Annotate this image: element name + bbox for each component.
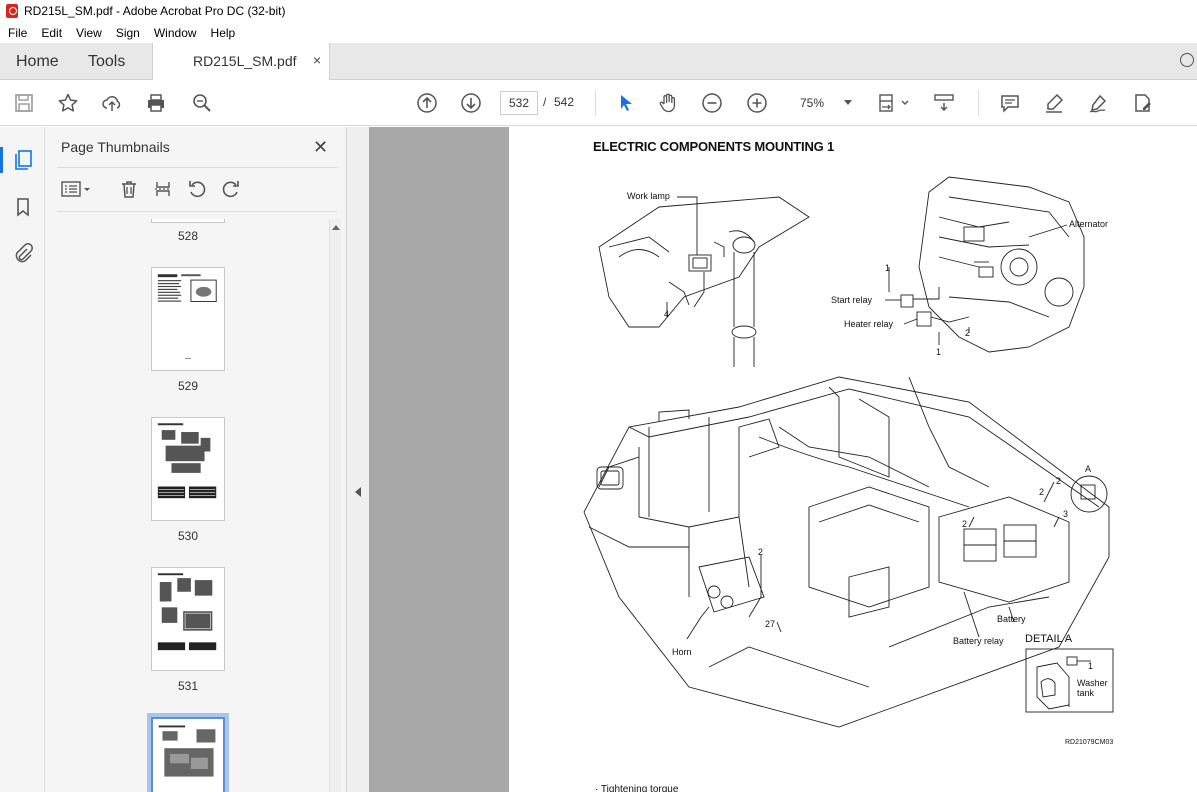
scroll-mode-icon[interactable] (932, 91, 956, 115)
menu-sign[interactable]: Sign (116, 26, 140, 40)
thumbnail-531[interactable] (151, 567, 225, 671)
page-up-icon[interactable] (415, 91, 439, 115)
help-icon[interactable] (1180, 53, 1194, 67)
label-number: 1 (885, 263, 891, 273)
thumbnail-label: 531 (177, 679, 199, 693)
label-heater-relay: Heater relay (844, 319, 894, 329)
hand-icon[interactable] (656, 91, 680, 115)
panel-divider (57, 211, 337, 212)
rotate-left-icon[interactable] (185, 177, 209, 201)
toolbar-divider (595, 90, 596, 116)
label-start-relay: Start relay (831, 295, 873, 305)
chevron-down-icon (844, 100, 852, 105)
scroll-up-icon[interactable] (332, 225, 340, 230)
thumbnail-options-icon[interactable] (59, 177, 93, 201)
thumbnail-label: 529 (177, 379, 199, 393)
tab-tools[interactable]: Tools (88, 53, 125, 71)
drawing-code: RD21079CM03 (1065, 739, 1114, 746)
find-icon[interactable] (190, 91, 214, 115)
page-number-input[interactable]: 532 (500, 91, 538, 115)
thumbnail-528[interactable] (151, 219, 225, 223)
extract-page-icon[interactable] (151, 177, 175, 201)
fit-page-icon[interactable] (876, 91, 912, 115)
edit-pdf-icon[interactable] (1130, 91, 1154, 115)
label-number: 2 (1039, 487, 1045, 497)
window-title: RD215L_SM.pdf - Adobe Acrobat Pro DC (32… (24, 4, 286, 18)
label-number: 2 (1056, 476, 1062, 486)
footer-note: · Tightening torque (595, 784, 679, 792)
label-detail-a-marker: A (1085, 464, 1092, 474)
page-thumbnails-icon[interactable] (0, 147, 36, 173)
label-number: 2 (758, 547, 764, 557)
label-number: 2 (965, 328, 971, 338)
title-bar: RD215L_SM.pdf - Adobe Acrobat Pro DC (32… (0, 0, 1197, 22)
close-tab-icon[interactable]: × (313, 52, 321, 68)
label-alternator: Alternator (1069, 219, 1109, 229)
print-icon[interactable] (144, 91, 168, 115)
comment-icon[interactable] (998, 91, 1022, 115)
panel-splitter[interactable] (347, 127, 369, 792)
rotate-right-icon[interactable] (219, 177, 243, 201)
save-icon[interactable] (12, 91, 36, 115)
page-separator: / (543, 95, 547, 109)
menu-help[interactable]: Help (211, 26, 236, 40)
thumbnail-532[interactable] (151, 717, 225, 792)
sign-icon[interactable] (1086, 91, 1110, 115)
main-toolbar: 532 / 542 75% (0, 80, 1197, 126)
thumbnail-530[interactable] (151, 417, 225, 521)
zoom-value: 75% (800, 96, 825, 110)
document-viewer[interactable]: ELECTRIC COMPONENTS MOUNTING 1 Work lamp… (369, 127, 1197, 792)
thumbnail-label: 528 (177, 229, 199, 243)
page-total: 542 (554, 95, 575, 109)
thumbnail-label: 530 (177, 529, 199, 543)
thumbnails-panel: Page Thumbnails ✕ 528 529 530 531 (45, 127, 347, 792)
label-work-lamp: Work lamp (627, 191, 670, 201)
zoom-in-icon[interactable] (745, 91, 769, 115)
tab-bar: Home Tools RD215L_SM.pdf × (0, 43, 1197, 80)
document-heading: ELECTRIC COMPONENTS MOUNTING 1 (593, 139, 835, 154)
label-number: 27 (765, 619, 776, 629)
document-tab-label: RD215L_SM.pdf (193, 53, 297, 69)
thumbnail-scrollbar[interactable] (329, 219, 341, 792)
pdf-page: ELECTRIC COMPONENTS MOUNTING 1 Work lamp… (509, 127, 1197, 792)
page-down-icon[interactable] (459, 91, 483, 115)
label-battery-relay: Battery relay (953, 636, 1004, 646)
select-cursor-icon[interactable] (614, 91, 638, 115)
label-battery: Battery (997, 614, 1026, 624)
thumbnail-list: 528 529 530 531 (57, 219, 327, 792)
upload-icon[interactable] (100, 91, 124, 115)
tab-document[interactable]: RD215L_SM.pdf × (152, 43, 330, 80)
left-rail (0, 127, 45, 792)
menu-file[interactable]: File (8, 26, 27, 40)
label-number: 4 (664, 309, 670, 319)
delete-page-icon[interactable] (117, 177, 141, 201)
star-icon[interactable] (56, 91, 80, 115)
detail-a-title: DETAIL A (1025, 633, 1073, 645)
panel-title: Page Thumbnails (61, 139, 170, 155)
label-number: 2 (962, 519, 968, 529)
highlight-icon[interactable] (1042, 91, 1066, 115)
menu-window[interactable]: Window (154, 26, 197, 40)
label-horn: Horn (672, 647, 692, 657)
toolbar-divider (978, 90, 979, 116)
acrobat-logo-icon (6, 4, 18, 18)
attachment-icon[interactable] (10, 240, 36, 266)
collapse-panel-icon[interactable] (355, 487, 361, 497)
zoom-dropdown[interactable]: 75% (790, 91, 860, 115)
label-number: 3 (1063, 509, 1069, 519)
panel-divider (57, 167, 337, 168)
label-number: 1 (1088, 661, 1094, 671)
label-washer-tank: Washer tank (1077, 678, 1108, 698)
thumbnail-529[interactable] (151, 267, 225, 371)
menu-view[interactable]: View (76, 26, 102, 40)
menu-edit[interactable]: Edit (41, 26, 62, 40)
tab-home[interactable]: Home (16, 53, 59, 71)
label-number: 1 (936, 347, 942, 357)
bookmark-icon[interactable] (10, 194, 36, 220)
close-panel-icon[interactable]: ✕ (313, 137, 328, 158)
zoom-out-icon[interactable] (700, 91, 724, 115)
menu-bar: File Edit View Sign Window Help (0, 22, 1197, 43)
